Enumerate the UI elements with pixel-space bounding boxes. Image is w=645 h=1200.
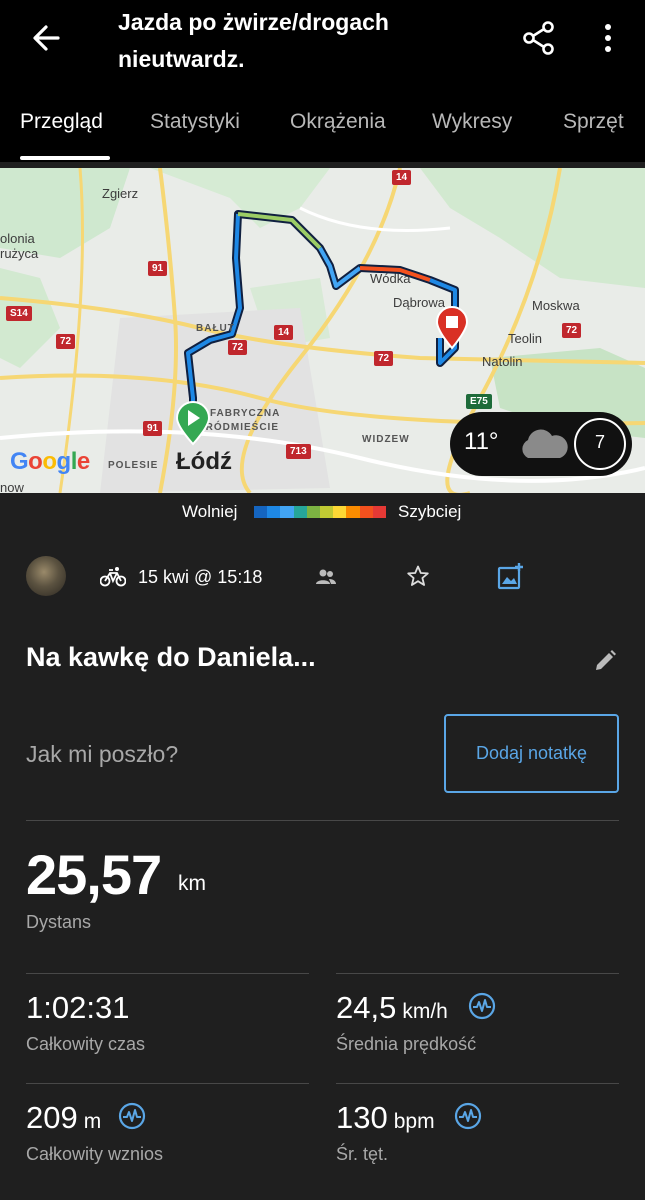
elevation-unit: m [83,1110,102,1133]
stat-total-time[interactable]: 1:02:31 Całkowity czas [26,990,145,1055]
weather-widget: 11° 7 [450,412,632,476]
tab-charts[interactable]: Wykresy [432,110,512,134]
route-map[interactable]: Zgierz olonia rużyca BAŁUT FABRYCZNA ŚRÓ… [0,168,645,493]
road-shield: S14 [6,306,32,321]
pulse-icon[interactable] [118,1102,146,1130]
speed-gradient-bar [254,506,387,518]
road-shield: 72 [228,340,248,355]
stat-avg-heart-rate[interactable]: 130 bpm Śr. tęt. [336,1100,435,1165]
speed-gradient-segment [254,506,268,518]
back-button[interactable] [28,18,68,58]
road-shield: 72 [562,323,582,338]
road-shield: 14 [392,170,412,185]
map-label-lodz: Łódź [176,448,232,475]
road-shield: 91 [148,261,168,276]
bicycle-icon [100,567,126,587]
divider [26,1083,309,1084]
map-label-zgierz: Zgierz [102,186,139,201]
activity-name: Na kawkę do Daniela... [26,642,316,672]
more-options-button[interactable] [588,18,628,58]
stat-avg-speed[interactable]: 24,5 km/h Średnia prędkość [336,990,476,1055]
speed-gradient-segment [267,506,281,518]
activity-datetime: 15 kwi @ 15:18 [138,567,263,587]
map-label-natolin: Natolin [482,354,523,369]
more-vert-icon [605,24,611,52]
avatar[interactable] [26,556,66,596]
pulse-icon[interactable] [454,1102,482,1130]
map-label-fabryczna: FABRYCZNA [210,408,281,419]
wind-indicator: 7 [574,418,626,470]
activity-type-title: Jazda po żwirze/drogach nieutwardz. [118,9,389,72]
divider [336,1083,619,1084]
road-shield: E75 [466,394,492,409]
google-logo: Google [10,448,90,475]
share-icon [523,21,554,55]
legend-faster: Szybciej [398,502,462,521]
tab-statistics[interactable]: Statystyki [150,110,240,134]
elevation-label: Całkowity wznios [26,1144,164,1164]
speed-gradient-segment [293,506,307,518]
arrow-back-icon [33,25,60,51]
tab-overview[interactable]: Przegląd [20,110,103,134]
road-shield: 14 [274,325,294,340]
people-icon[interactable] [315,566,337,588]
elevation-value: 209 [26,1100,78,1135]
pulse-icon[interactable] [468,992,496,1020]
map-label-widzew: WIDZEW [362,434,410,445]
map-label-wodka: Wódka [370,271,411,286]
cloud-icon [522,429,568,458]
speed-gradient-segment [333,506,347,518]
map-label-moskwa: Moskwa [532,298,580,313]
avg-hr-value: 130 [336,1100,388,1135]
avg-speed-label: Średnia prędkość [336,1034,477,1054]
star-icon[interactable] [406,564,430,588]
speed-gradient-segment [280,506,294,518]
road-shield: 72 [374,351,394,366]
distance-label: Dystans [26,912,92,932]
avg-hr-unit: bpm [393,1110,435,1133]
speed-legend: Wolniej Szybciej [0,500,645,528]
speed-gradient-segment [320,506,334,518]
map-label-baluty: BAŁUT [196,323,235,334]
total-time-value: 1:02:31 [26,990,130,1025]
map-label-teolin: Teolin [508,331,542,346]
add-note-button[interactable]: Dodaj notatkę [444,714,619,793]
total-time-label: Całkowity czas [26,1034,146,1054]
road-shield: 713 [286,444,311,459]
road-shield: 72 [56,334,76,349]
temperature: 11° [464,428,499,455]
speed-gradient-segment [306,506,321,518]
distance-unit: km [178,872,206,895]
finish-marker-icon [435,306,469,350]
tab-laps[interactable]: Okrążenia [290,110,386,134]
divider [26,820,619,821]
speed-gradient-segment [359,506,373,518]
legend-slower: Wolniej [182,502,238,521]
distance-value: 25,57 [26,843,162,906]
speed-gradient-segment [346,506,360,518]
road-shield: 91 [143,421,163,436]
start-marker-icon [175,401,211,446]
map-label-now: now [0,480,24,493]
map-label-polesie: POLESIE [108,460,159,471]
wind-speed: 7 [594,432,605,452]
avg-hr-label: Śr. tęt. [336,1144,389,1164]
divider [336,973,619,974]
activity-meta-row: 15 kwi @ 15:18 [0,552,645,604]
how-did-it-go-label: Jak mi poszło? [26,741,179,767]
divider [26,973,309,974]
map-label-colonia: olonia [0,231,35,246]
add-photo-icon[interactable] [497,562,525,590]
tab-bar: Przegląd Statystyki Okrążenia Wykresy Sp… [0,98,645,162]
tab-gear[interactable]: Sprzęt [563,110,624,134]
speed-gradient-segment [372,506,387,518]
avg-speed-unit: km/h [402,1000,448,1023]
edit-icon[interactable] [592,648,618,674]
map-label-truzyca: rużyca [0,246,39,261]
active-tab-indicator [20,156,110,160]
share-button[interactable] [519,18,559,58]
avg-speed-value: 24,5 [336,990,397,1025]
app-header: Jazda po żwirze/drogach nieutwardz. Prze… [0,0,645,162]
